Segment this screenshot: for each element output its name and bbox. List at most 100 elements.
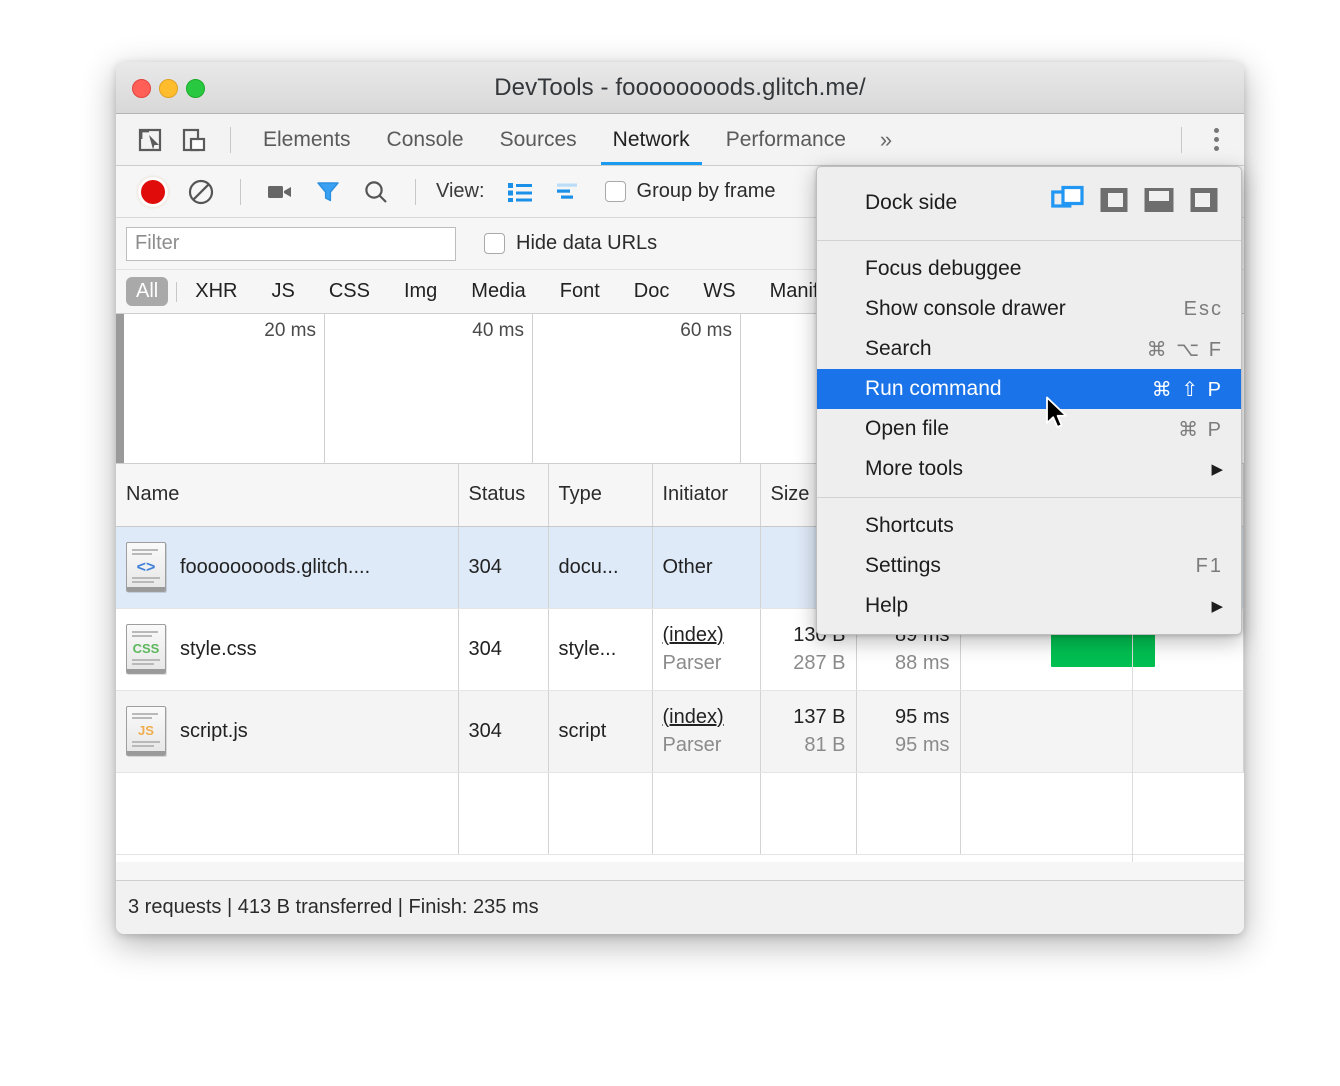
- overview-left-handle[interactable]: [116, 314, 124, 463]
- overview-tick-60ms: 60 ms: [680, 320, 738, 342]
- more-tabs-chevron-icon[interactable]: »: [864, 127, 908, 153]
- hide-data-urls-control[interactable]: Hide data URLs: [484, 232, 657, 255]
- menu-item-shortcut: F1: [1196, 555, 1223, 578]
- tab-label: Network: [613, 128, 690, 152]
- devtools-tabstrip: Elements Console Sources Network Perform…: [116, 114, 1244, 166]
- tab-label: Performance: [726, 128, 846, 152]
- undock-into-separate-window-icon[interactable]: [1051, 185, 1085, 220]
- cell-size: 137 B 81 B: [760, 690, 856, 772]
- type-filter-css[interactable]: CSS: [319, 277, 380, 306]
- more-options-icon[interactable]: [1196, 118, 1236, 162]
- overview-gridline: [324, 314, 325, 463]
- time-primary: 95 ms: [867, 703, 950, 731]
- initiator-link[interactable]: (index): [663, 703, 750, 731]
- menu-item-more-tools[interactable]: More tools ▶: [817, 449, 1241, 489]
- dock-to-bottom-icon[interactable]: [1143, 186, 1175, 219]
- submenu-arrow-icon: ▶: [1211, 597, 1223, 615]
- menu-item-settings[interactable]: Settings F1: [817, 546, 1241, 586]
- record-button-icon[interactable]: [130, 169, 176, 215]
- menu-item-label: Settings: [865, 554, 1196, 578]
- tab-console[interactable]: Console: [369, 114, 482, 165]
- type-filter-xhr[interactable]: XHR: [185, 277, 247, 306]
- toolbar-divider: [240, 179, 241, 205]
- column-header-status[interactable]: Status: [458, 464, 548, 526]
- toolbar-divider: [415, 179, 416, 205]
- menu-item-run-command[interactable]: Run command ⌘ ⇧ P: [817, 369, 1241, 409]
- menu-item-shortcut: ⌘ ⇧ P: [1152, 377, 1223, 402]
- filter-input[interactable]: [126, 227, 456, 261]
- camera-icon[interactable]: [257, 169, 303, 215]
- dock-to-left-icon[interactable]: [1099, 186, 1129, 219]
- type-filter-all[interactable]: All: [126, 277, 168, 306]
- list-view-icon[interactable]: [497, 169, 543, 215]
- cell-initiator: (index) Parser: [652, 690, 760, 772]
- toolbar-divider: [1181, 127, 1182, 153]
- group-by-frame-checkbox[interactable]: [605, 181, 626, 202]
- tabstrip-right-controls: [1167, 114, 1236, 165]
- close-window-button[interactable]: [132, 79, 151, 98]
- inspect-element-icon[interactable]: [128, 118, 172, 162]
- device-toolbar-icon[interactable]: [172, 118, 216, 162]
- waterfall-view-icon[interactable]: [545, 169, 591, 215]
- css-file-icon: CSS: [126, 624, 166, 674]
- hide-data-urls-checkbox[interactable]: [484, 233, 505, 254]
- menu-item-focus-debuggee[interactable]: Focus debuggee: [817, 249, 1241, 289]
- column-header-type[interactable]: Type: [548, 464, 652, 526]
- empty-cell: [760, 772, 856, 854]
- type-filter-js[interactable]: JS: [261, 277, 304, 306]
- menu-item-shortcuts[interactable]: Shortcuts: [817, 506, 1241, 546]
- size-secondary: 81 B: [771, 731, 846, 759]
- time-secondary: 95 ms: [867, 731, 950, 759]
- type-filter-img[interactable]: Img: [394, 277, 447, 306]
- column-header-initiator[interactable]: Initiator: [652, 464, 760, 526]
- tab-network[interactable]: Network: [595, 114, 708, 165]
- menu-item-open-file[interactable]: Open file ⌘ P: [817, 409, 1241, 449]
- group-by-frame-label: Group by frame: [637, 180, 776, 203]
- dock-side-row: Dock side: [817, 173, 1241, 232]
- initiator-link[interactable]: (index): [663, 621, 750, 649]
- request-name: foooooooods.glitch....: [180, 556, 370, 579]
- type-filter-font[interactable]: Font: [550, 277, 610, 306]
- filter-funnel-icon[interactable]: [305, 169, 351, 215]
- table-row[interactable]: JS script.js 304 script (index) Pars: [116, 690, 1244, 772]
- cell-type: script: [548, 690, 652, 772]
- cell-name[interactable]: <> foooooooods.glitch....: [116, 526, 458, 608]
- menu-item-search[interactable]: Search ⌘ ⌥ F: [817, 329, 1241, 369]
- status-summary: 3 requests | 413 B transferred | Finish:…: [128, 896, 539, 919]
- devtools-main-menu: Dock side: [816, 166, 1242, 635]
- tab-sources[interactable]: Sources: [482, 114, 595, 165]
- js-file-icon: JS: [126, 706, 166, 756]
- menu-item-show-console-drawer[interactable]: Show console drawer Esc: [817, 289, 1241, 329]
- traffic-lights: [132, 79, 205, 98]
- menu-item-label: Show console drawer: [865, 297, 1184, 321]
- menu-item-help[interactable]: Help ▶: [817, 586, 1241, 626]
- overview-gridline: [740, 314, 741, 463]
- initiator-type: Parser: [663, 731, 750, 759]
- type-filter-ws[interactable]: WS: [693, 277, 745, 306]
- dock-to-right-icon[interactable]: [1189, 186, 1219, 219]
- dock-side-options: [1051, 185, 1227, 220]
- search-icon[interactable]: [353, 169, 399, 215]
- menu-divider: [817, 497, 1241, 498]
- cell-name[interactable]: CSS style.css: [116, 608, 458, 690]
- cell-status: 304: [458, 608, 548, 690]
- clear-icon[interactable]: [178, 169, 224, 215]
- column-header-name[interactable]: Name: [116, 464, 458, 526]
- overview-tick-20ms: 20 ms: [264, 320, 322, 342]
- zoom-window-button[interactable]: [186, 79, 205, 98]
- panel-tabs: Elements Console Sources Network Perform…: [245, 114, 908, 165]
- empty-cell: [856, 772, 960, 854]
- cell-type: style...: [548, 608, 652, 690]
- tab-performance[interactable]: Performance: [708, 114, 864, 165]
- table-empty-area: [116, 772, 1244, 854]
- group-by-frame-control[interactable]: Group by frame: [605, 180, 776, 203]
- type-filter-media[interactable]: Media: [461, 277, 535, 306]
- menu-item-shortcut: ⌘ P: [1178, 417, 1223, 442]
- minimize-window-button[interactable]: [159, 79, 178, 98]
- overview-gridline: [532, 314, 533, 463]
- window-title: DevTools - foooooooods.glitch.me/: [116, 74, 1244, 102]
- type-filter-doc[interactable]: Doc: [624, 277, 680, 306]
- menu-item-label: Shortcuts: [865, 514, 1223, 538]
- tab-elements[interactable]: Elements: [245, 114, 369, 165]
- cell-name[interactable]: JS script.js: [116, 690, 458, 772]
